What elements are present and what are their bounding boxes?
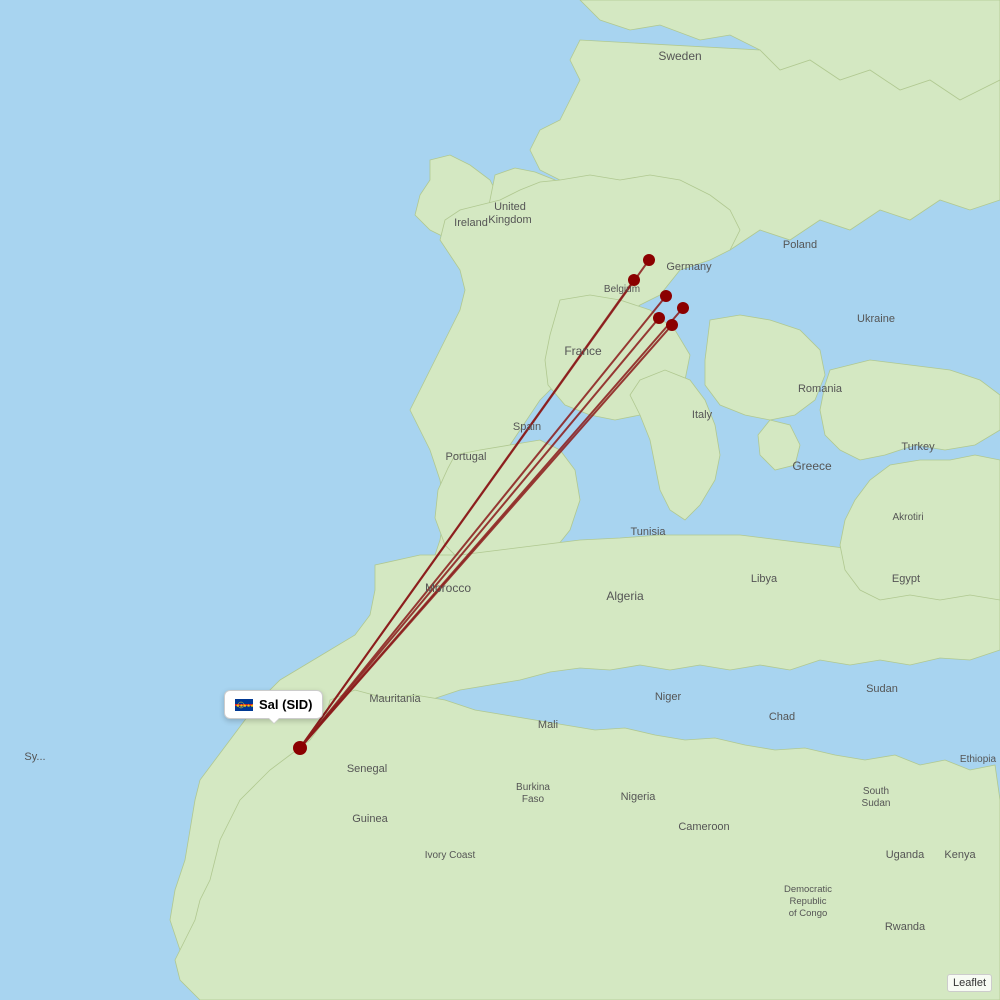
svg-text:Kingdom: Kingdom [488,214,531,226]
svg-text:Guinea: Guinea [352,813,388,825]
svg-text:Germany: Germany [666,261,712,273]
svg-text:Akrotiri: Akrotiri [892,512,923,523]
leaflet-label: Leaflet [953,977,986,989]
svg-text:Morocco: Morocco [425,581,471,595]
svg-text:South: South [863,786,889,797]
svg-text:Uganda: Uganda [886,849,925,861]
svg-text:Turkey: Turkey [901,441,935,453]
svg-text:Libya: Libya [751,573,778,585]
svg-text:Chad: Chad [769,711,795,723]
svg-text:Republic: Republic [790,896,827,907]
svg-text:Spain: Spain [513,421,541,433]
svg-text:Ukraine: Ukraine [857,313,895,325]
map-container: Sweden United Kingdom Ireland Belgium Ge… [0,0,1000,1000]
svg-text:Senegal: Senegal [347,763,387,775]
svg-text:Democratic: Democratic [784,884,832,895]
svg-text:Portugal: Portugal [446,451,487,463]
airport-tooltip: ★★★★★ Sal (SID) [224,690,323,719]
svg-text:United: United [494,201,526,213]
svg-text:★★★★★: ★★★★★ [236,703,253,708]
svg-text:Nigeria: Nigeria [621,791,657,803]
flag-icon: ★★★★★ [235,699,253,711]
svg-text:Rwanda: Rwanda [885,921,926,933]
svg-text:Algeria: Algeria [606,589,644,603]
svg-text:Egypt: Egypt [892,573,920,585]
svg-text:Burkina: Burkina [516,782,550,793]
svg-text:Tunisia: Tunisia [630,526,666,538]
svg-text:of Congo: of Congo [789,908,828,919]
svg-text:Sudan: Sudan [862,798,891,809]
svg-text:Belgium: Belgium [604,284,640,295]
svg-text:Ivory Coast: Ivory Coast [425,850,476,861]
map-svg: Sweden United Kingdom Ireland Belgium Ge… [0,0,1000,1000]
svg-text:Faso: Faso [522,794,545,805]
svg-text:Italy: Italy [692,409,713,421]
svg-text:France: France [564,344,602,358]
svg-text:Mali: Mali [538,719,558,731]
svg-text:Cameroon: Cameroon [678,821,729,833]
svg-text:Sweden: Sweden [658,49,701,63]
leaflet-badge[interactable]: Leaflet [947,974,992,992]
svg-text:Poland: Poland [783,239,817,251]
svg-text:Sudan: Sudan [866,683,898,695]
tooltip-label: Sal (SID) [259,697,312,712]
svg-text:Romania: Romania [798,383,843,395]
svg-text:Mauritania: Mauritania [369,693,421,705]
svg-text:Niger: Niger [655,691,682,703]
svg-text:Sy...: Sy... [24,751,45,763]
svg-text:Ethiopia: Ethiopia [960,754,997,765]
svg-text:Ireland: Ireland [454,217,488,229]
svg-text:Kenya: Kenya [944,849,976,861]
svg-text:Greece: Greece [792,459,832,473]
